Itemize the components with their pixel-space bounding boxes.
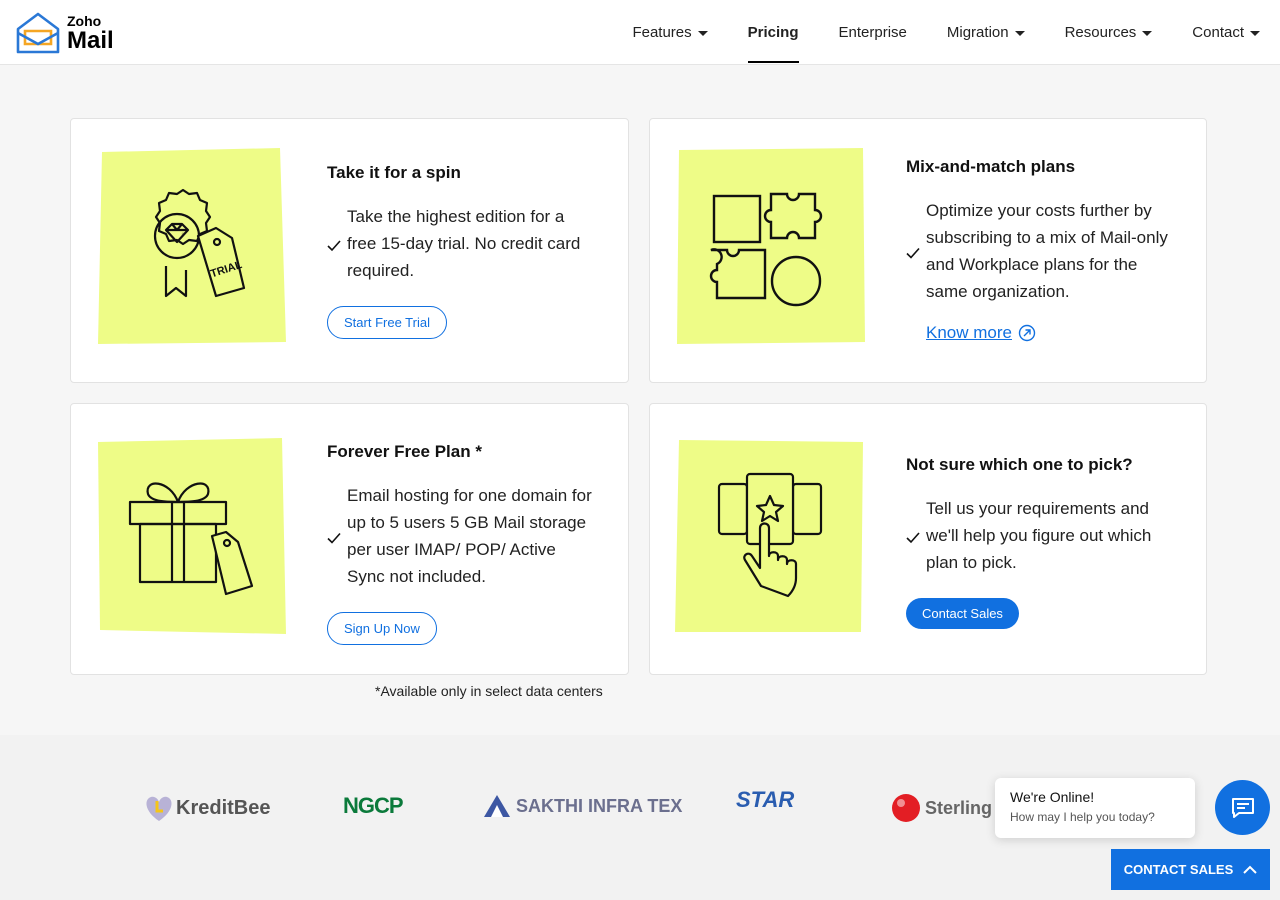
sakthi-mountain-icon xyxy=(484,795,510,817)
nav-pricing-label: Pricing xyxy=(747,24,799,41)
trial-card-title: Take it for a spin xyxy=(327,163,461,182)
contact-sales-bar-label: CONTACT SALES xyxy=(1123,862,1234,877)
choose-card-illustration-icon xyxy=(675,440,863,632)
nav-resources-label: Resources xyxy=(1064,24,1137,41)
mail-envelope-logo-icon xyxy=(16,12,60,54)
sterling-logo: Sterling xyxy=(891,793,992,823)
caret-down-icon xyxy=(1142,31,1153,36)
chat-icon xyxy=(1231,797,1254,818)
nav-contact-label: Contact xyxy=(1192,24,1244,41)
logo-mail-text: Mail xyxy=(67,26,114,54)
nav-features[interactable]: Features xyxy=(632,0,708,65)
know-more-link[interactable]: Know more xyxy=(926,323,1036,343)
chat-greeting-bubble[interactable]: We're Online! How may I help you today? xyxy=(995,778,1195,838)
free-feature-text: Email hosting for one domain for up to 5… xyxy=(347,486,592,586)
trial-badge-illustration-icon: TRIAL xyxy=(98,148,286,344)
nav-resources[interactable]: Resources xyxy=(1065,0,1153,65)
contact-sales-button[interactable]: Contact Sales xyxy=(906,598,1019,629)
chevron-up-icon xyxy=(1243,865,1257,874)
checkmark-icon xyxy=(906,247,920,259)
chat-subtitle: How may I help you today? xyxy=(1010,810,1155,824)
free-feature-item: Email hosting for one domain for up to 5… xyxy=(327,482,597,590)
star-text: STAR xyxy=(736,787,795,812)
top-header: Zoho Mail Features Pricing Enterprise Mi… xyxy=(0,0,1280,65)
nav-contact[interactable]: Contact xyxy=(1192,0,1260,65)
nav-enterprise[interactable]: Enterprise xyxy=(839,0,907,65)
not-sure-card-title: Not sure which one to pick? xyxy=(906,455,1133,474)
sign-up-now-button[interactable]: Sign Up Now xyxy=(327,612,437,645)
pick-feature-item: Tell us your requirements and we'll help… xyxy=(906,495,1176,576)
checkmark-icon xyxy=(327,532,341,544)
know-more-label: Know more xyxy=(926,323,1012,342)
trial-card: TRIAL Take it for a spin Take the highes… xyxy=(70,118,629,383)
sakthi-text: SAKTHI INFRA TEX xyxy=(516,795,683,816)
start-free-trial-button[interactable]: Start Free Trial xyxy=(327,306,447,339)
mix-card-title: Mix-and-match plans xyxy=(906,157,1076,176)
sterling-dot-icon xyxy=(892,794,920,822)
star-health-logo: STAR xyxy=(736,787,794,813)
arrow-up-right-circle-icon xyxy=(1018,324,1036,342)
zoho-mail-logo[interactable]: Zoho Mail xyxy=(15,11,125,55)
nav-migration-label: Migration xyxy=(946,24,1009,41)
caret-down-icon xyxy=(1014,31,1025,36)
data-center-note: *Available only in select data centers xyxy=(375,683,603,699)
nav-enterprise-label: Enterprise xyxy=(838,24,907,41)
trial-feature-item: Take the highest edition for a free 15-d… xyxy=(327,203,597,284)
not-sure-card: Not sure which one to pick? Tell us your… xyxy=(649,403,1207,675)
mix-feature-item: Optimize your costs further by subscribi… xyxy=(906,197,1176,305)
checkmark-icon xyxy=(327,240,341,252)
kreditbee-logo: KreditBee xyxy=(142,793,270,823)
kreditbee-text: KreditBee xyxy=(176,796,271,819)
gift-box-illustration-icon xyxy=(98,438,286,634)
chat-launcher-button[interactable] xyxy=(1215,780,1270,835)
nav-pricing[interactable]: Pricing xyxy=(747,0,799,65)
forever-free-card: Forever Free Plan * Email hosting for on… xyxy=(70,403,629,675)
mix-feature-text: Optimize your costs further by subscribi… xyxy=(926,201,1168,301)
ngcp-text: NGCP xyxy=(343,793,404,818)
contact-sales-bar-button[interactable]: CONTACT SALES xyxy=(1111,849,1270,890)
mix-and-match-card: Mix-and-match plans Optimize your costs … xyxy=(649,118,1207,383)
trial-feature-text: Take the highest edition for a free 15-d… xyxy=(347,207,581,280)
nav-migration[interactable]: Migration xyxy=(947,0,1025,65)
checkmark-icon xyxy=(906,532,920,544)
nav-features-label: Features xyxy=(632,24,692,41)
sterling-text: Sterling xyxy=(925,797,993,818)
main-nav: Features Pricing Enterprise Migration Re… xyxy=(592,0,1260,65)
kreditbee-mark-icon xyxy=(146,796,172,821)
caret-down-icon xyxy=(1250,31,1260,36)
forever-free-card-title: Forever Free Plan * xyxy=(327,442,482,461)
chat-title: We're Online! xyxy=(1010,789,1095,805)
caret-down-icon xyxy=(697,31,708,36)
ngcp-logo: NGCP xyxy=(343,793,404,819)
pick-feature-text: Tell us your requirements and we'll help… xyxy=(926,499,1152,572)
sakthi-infra-tex-logo: SAKTHI INFRA TEX xyxy=(482,793,682,819)
logo-zoho-text: Zoho xyxy=(67,12,102,29)
puzzle-pieces-illustration-icon xyxy=(677,148,865,344)
